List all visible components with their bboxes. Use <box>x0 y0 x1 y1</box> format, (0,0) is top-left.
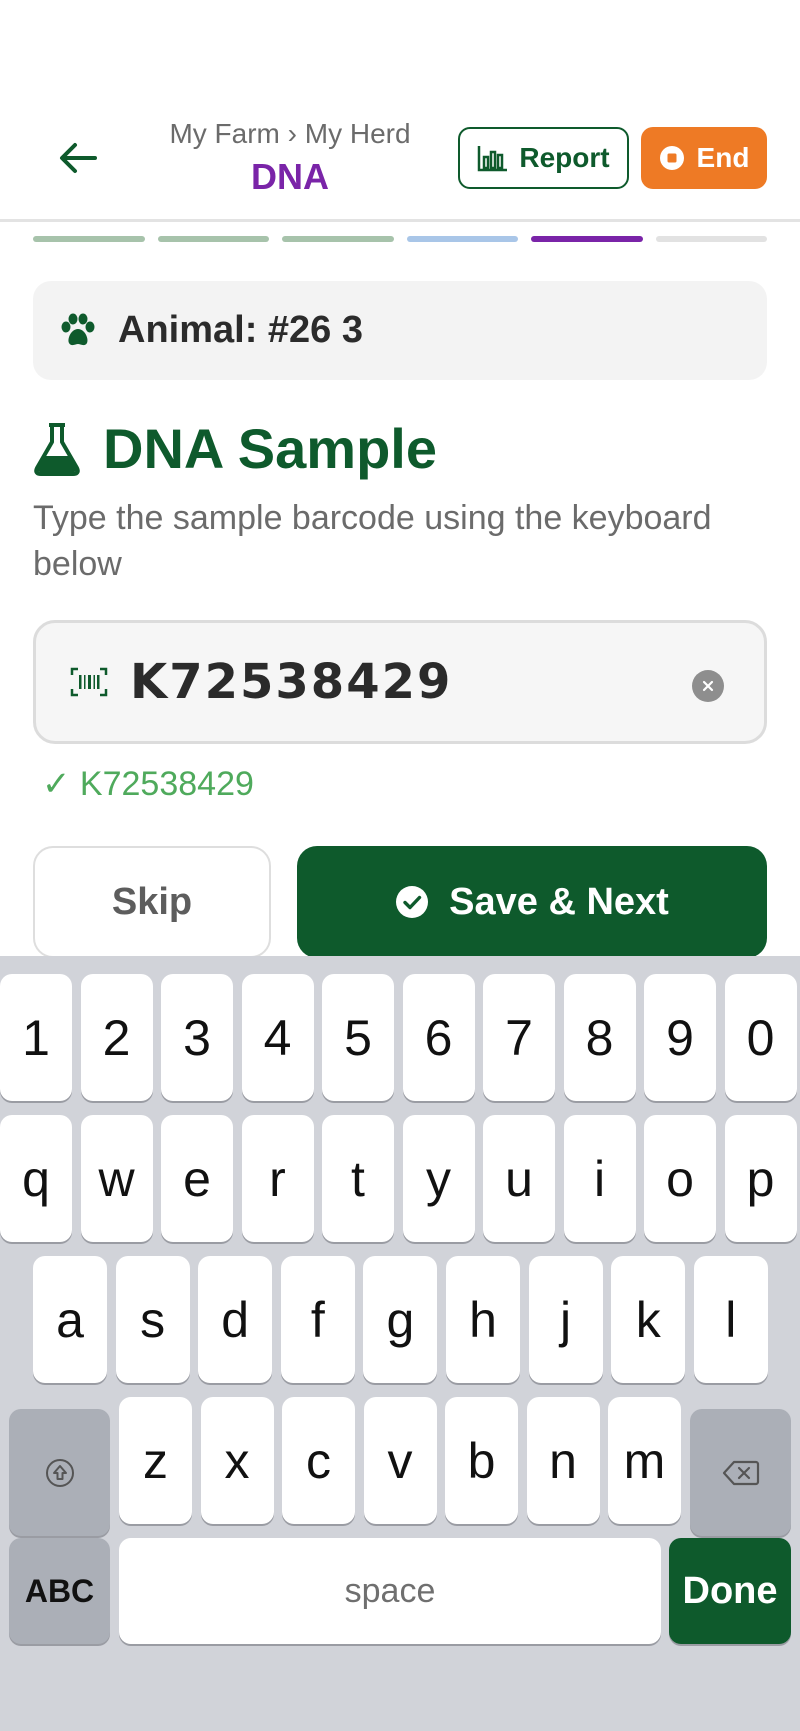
progress-step-5 <box>531 236 643 242</box>
key-0[interactable]: 0 <box>724 974 797 1101</box>
key-d[interactable]: d <box>198 1256 273 1383</box>
progress-step-3 <box>282 236 394 242</box>
key-c[interactable]: c <box>282 1397 355 1524</box>
key-w[interactable]: w <box>80 1115 153 1242</box>
barcode-validation: ✓ K72538429 <box>42 765 254 803</box>
barcode-input[interactable]: K72538429 <box>33 620 767 744</box>
key-k[interactable]: k <box>611 1256 686 1383</box>
key-p[interactable]: p <box>724 1115 797 1242</box>
key-8[interactable]: 8 <box>563 974 636 1101</box>
key-y[interactable]: y <box>402 1115 475 1242</box>
progress-step-4 <box>406 236 518 242</box>
key-h[interactable]: h <box>446 1256 520 1383</box>
skip-button[interactable]: Skip <box>33 846 271 958</box>
on-screen-keyboard: ABC space Done 1234567890 qwertyuiop asdfg… <box>0 956 800 1731</box>
bar-chart-icon <box>478 146 508 172</box>
animal-card: Animal: #26 3 <box>33 281 767 380</box>
report-label: Report <box>519 142 610 173</box>
key-n[interactable]: n <box>526 1397 600 1524</box>
key-9[interactable]: 9 <box>644 974 716 1101</box>
end-label: End <box>696 142 750 173</box>
barcode-icon <box>70 667 108 697</box>
clear-button[interactable] <box>692 670 724 702</box>
save-next-button[interactable]: Save & Next <box>297 846 767 958</box>
progress-step-2 <box>157 236 269 242</box>
key-a[interactable]: a <box>33 1256 107 1383</box>
key-b[interactable]: b <box>445 1397 518 1524</box>
page-title: DNA <box>251 156 329 197</box>
back-button[interactable] <box>50 130 106 186</box>
save-next-label: Save & Next <box>449 880 669 923</box>
section-header: DNA Sample <box>33 416 437 481</box>
breadcrumb[interactable]: My Farm › My Herd <box>140 118 440 150</box>
key-6[interactable]: 6 <box>402 974 475 1101</box>
key-v[interactable]: v <box>363 1397 437 1524</box>
key-t[interactable]: t <box>322 1115 394 1242</box>
key-3[interactable]: 3 <box>161 974 233 1101</box>
barcode-value: K72538429 <box>130 654 453 710</box>
space-key[interactable]: space <box>119 1538 661 1644</box>
arrow-left-icon <box>60 143 97 173</box>
key-m[interactable]: m <box>608 1397 681 1524</box>
backspace-icon <box>722 1460 759 1485</box>
key-o[interactable]: o <box>644 1115 716 1242</box>
abc-key[interactable]: ABC <box>9 1538 110 1644</box>
step-progress <box>33 236 767 242</box>
backspace-key[interactable] <box>690 1409 791 1536</box>
key-1[interactable]: 1 <box>0 974 72 1101</box>
report-button[interactable]: Report <box>458 127 629 189</box>
progress-step-1 <box>33 236 145 242</box>
key-x[interactable]: x <box>200 1397 274 1524</box>
shift-icon <box>45 1458 74 1487</box>
instructions-text: Type the sample barcode using the keyboa… <box>33 499 712 583</box>
key-f[interactable]: f <box>280 1256 355 1383</box>
paw-icon <box>61 313 95 345</box>
key-i[interactable]: i <box>563 1115 636 1242</box>
key-r[interactable]: r <box>241 1115 314 1242</box>
key-q[interactable]: q <box>0 1115 72 1242</box>
done-key[interactable]: Done <box>669 1538 791 1644</box>
key-s[interactable]: s <box>115 1256 190 1383</box>
key-5[interactable]: 5 <box>322 974 394 1101</box>
key-2[interactable]: 2 <box>80 974 153 1101</box>
clear-icon <box>702 680 714 692</box>
flask-icon <box>34 422 80 476</box>
key-u[interactable]: u <box>483 1115 555 1242</box>
key-l[interactable]: l <box>693 1256 768 1383</box>
key-g[interactable]: g <box>363 1256 438 1383</box>
key-e[interactable]: e <box>161 1115 233 1242</box>
stop-icon <box>659 146 684 170</box>
check-circle-icon <box>396 886 429 918</box>
key-j[interactable]: j <box>528 1256 603 1383</box>
key-4[interactable]: 4 <box>241 974 314 1101</box>
key-7[interactable]: 7 <box>483 974 555 1101</box>
shift-key[interactable] <box>9 1409 110 1536</box>
end-button[interactable]: End <box>641 127 767 189</box>
section-title: DNA Sample <box>103 417 438 480</box>
app-header: My Farm › My Herd DNA Report End <box>0 0 800 222</box>
key-z[interactable]: z <box>119 1397 192 1524</box>
progress-step-6 <box>655 236 767 242</box>
animal-label: Animal: #26 3 <box>118 309 363 351</box>
